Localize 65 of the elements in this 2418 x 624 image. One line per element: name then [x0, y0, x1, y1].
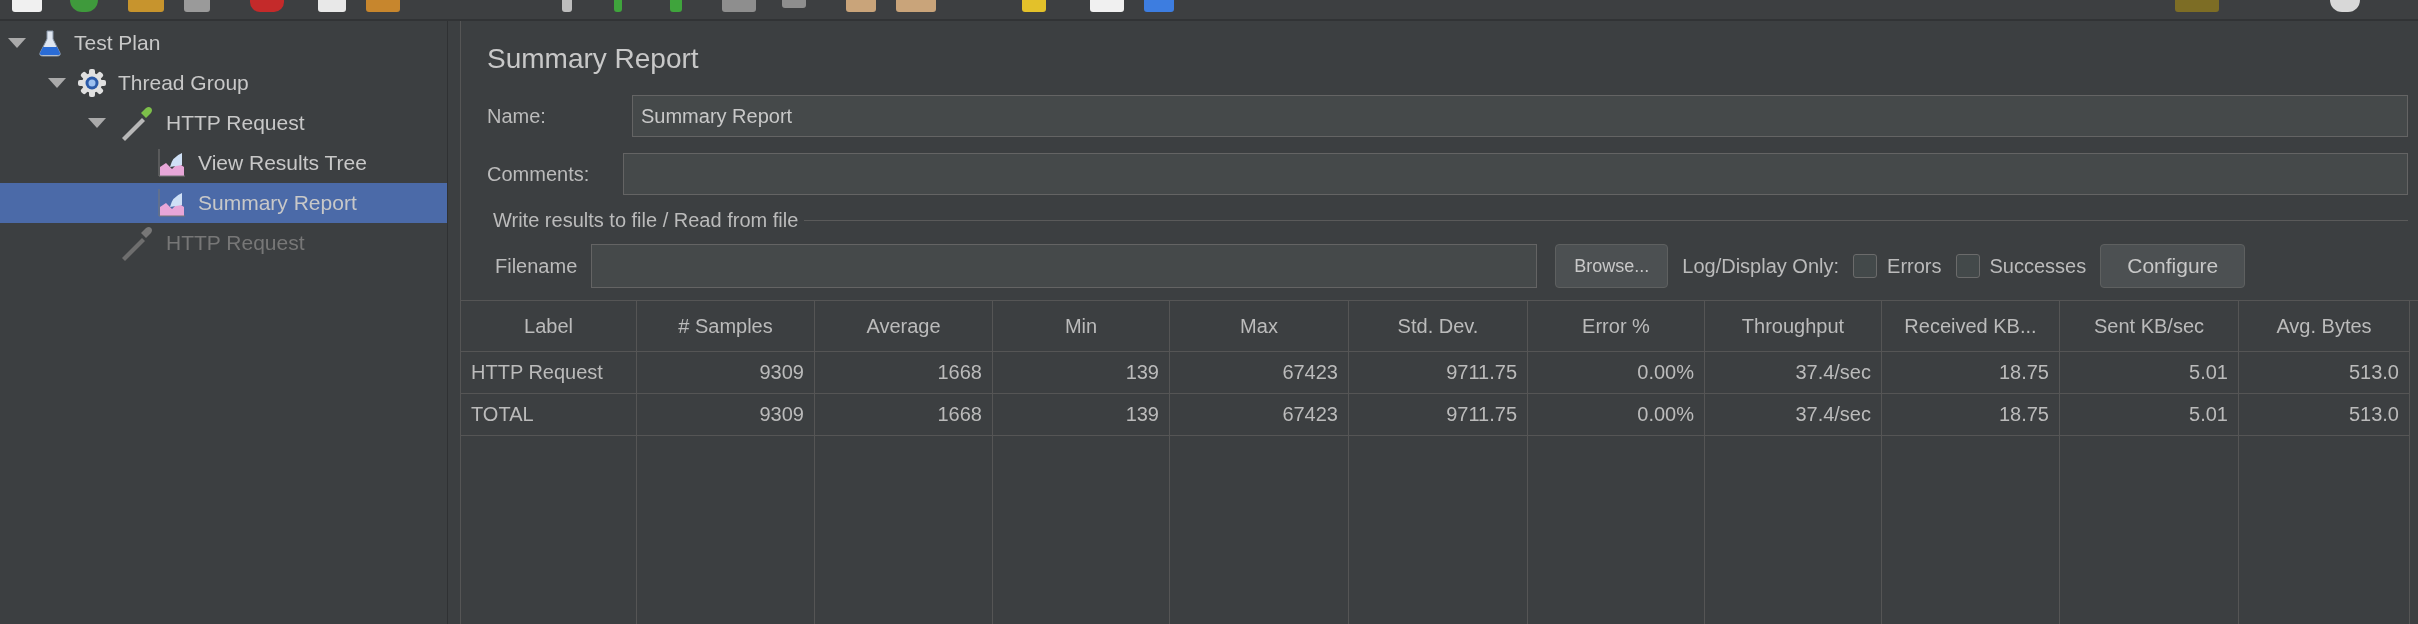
- checkbox-label[interactable]: Successes: [1989, 254, 2087, 278]
- field-label: Filename: [495, 254, 578, 278]
- table-cell: 0.00%: [1528, 352, 1705, 394]
- table-cell: 513.0: [2239, 394, 2410, 436]
- name-field[interactable]: Summary Report: [632, 95, 2408, 137]
- browse-button[interactable]: Browse...: [1555, 244, 1669, 288]
- table-cell: 1668: [815, 394, 993, 436]
- column-header[interactable]: Average: [815, 301, 993, 352]
- table-cell: 67423: [1170, 394, 1349, 436]
- table-cell: 9711.75: [1349, 352, 1528, 394]
- tree-row[interactable]: Summary Report: [0, 183, 447, 223]
- table-cell: TOTAL: [461, 394, 637, 436]
- column-header[interactable]: Label: [461, 301, 637, 352]
- table-cell: 9711.75: [1349, 394, 1528, 436]
- column-header[interactable]: # Samples: [637, 301, 815, 352]
- expanded-arrow-icon[interactable]: [88, 118, 106, 128]
- table-cell: 513.0: [2239, 352, 2410, 394]
- field-label: Log/Display Only:: [1682, 254, 1840, 278]
- tree-item[interactable]: HTTP Request: [166, 111, 305, 135]
- tree-row[interactable]: View Results Tree: [0, 143, 447, 183]
- group-title: Write results to file / Read from file: [493, 209, 799, 232]
- column-header[interactable]: Received KB...: [1882, 301, 2060, 352]
- column-header[interactable]: Sent KB/sec: [2060, 301, 2239, 352]
- chart-icon: [158, 189, 186, 217]
- gear-icon: [78, 69, 106, 97]
- table-cell: 37.4/sec: [1705, 352, 1882, 394]
- tree-item[interactable]: Test Plan: [74, 31, 161, 55]
- table-cell: 9309: [637, 352, 815, 394]
- flask-icon: [38, 29, 62, 57]
- table-cell: 5.01: [2060, 352, 2239, 394]
- column-header[interactable]: Min: [993, 301, 1170, 352]
- filename-field[interactable]: [591, 244, 1538, 288]
- table-cell: 139: [993, 352, 1170, 394]
- tree-row[interactable]: HTTP Request: [0, 103, 447, 143]
- table-cell: 18.75: [1882, 394, 2060, 436]
- expanded-arrow-icon[interactable]: [8, 38, 26, 48]
- checkbox[interactable]: [1853, 254, 1878, 278]
- checkbox[interactable]: [1955, 254, 1980, 278]
- tree-row[interactable]: Thread Group: [0, 63, 447, 103]
- table-cell: 37.4/sec: [1705, 394, 1882, 436]
- tree-item[interactable]: Summary Report: [198, 191, 357, 215]
- column-header[interactable]: Avg. Bytes: [2239, 301, 2410, 352]
- expanded-arrow-icon[interactable]: [48, 78, 66, 88]
- checkbox-label[interactable]: Errors: [1887, 254, 1942, 278]
- comments-field[interactable]: [623, 153, 2408, 195]
- panel-title: Summary Report: [486, 42, 700, 76]
- tree-item[interactable]: View Results Tree: [198, 151, 367, 175]
- table-cell: 139: [993, 394, 1170, 436]
- table-cell: HTTP Request: [461, 352, 637, 394]
- field-label: Comments:: [487, 162, 591, 186]
- chart-icon: [158, 149, 186, 177]
- field-label: Name:: [487, 104, 547, 128]
- table-cell: 0.00%: [1528, 394, 1705, 436]
- tree-row[interactable]: Test Plan: [0, 23, 447, 63]
- table-cell: 67423: [1170, 352, 1349, 394]
- tree-item[interactable]: Thread Group: [118, 71, 249, 95]
- table-cell: 5.01: [2060, 394, 2239, 436]
- column-header[interactable]: Throughput: [1705, 301, 1882, 352]
- column-header[interactable]: Std. Dev.: [1349, 301, 1528, 352]
- table-cell: 1668: [815, 352, 993, 394]
- table-cell: 9309: [637, 394, 815, 436]
- configure-button[interactable]: Configure: [2100, 244, 2246, 288]
- table-cell: 18.75: [1882, 352, 2060, 394]
- column-header[interactable]: Max: [1170, 301, 1349, 352]
- column-header[interactable]: Error %: [1528, 301, 1705, 352]
